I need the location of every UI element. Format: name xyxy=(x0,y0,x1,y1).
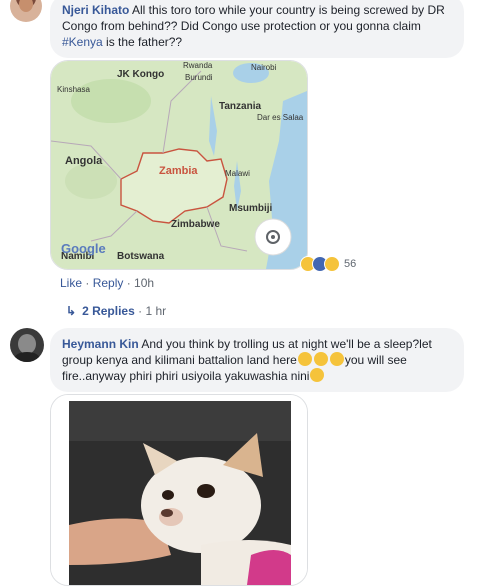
comment-text-end: is the father?? xyxy=(102,35,183,49)
laugh-cry-emoji-icon xyxy=(313,352,328,366)
action-separator-2: · xyxy=(123,276,135,290)
like-link[interactable]: Like xyxy=(60,276,82,290)
map-label-jk-kongo: JK Kongo xyxy=(117,69,165,80)
comment-bubble-njeri: Njeri Kihato All this toro toro while yo… xyxy=(50,0,464,58)
comment-bubble-heymann: Heymann Kin And you think by trolling us… xyxy=(50,328,464,392)
chihuahua-photo xyxy=(51,395,307,585)
laugh-cry-emoji-icon xyxy=(297,352,312,366)
map-label-zambia: Zambia xyxy=(159,165,198,177)
map-label-dar: Dar es Salaa xyxy=(257,113,304,122)
google-logo: Google xyxy=(61,241,106,256)
reaction-summary[interactable]: 56 xyxy=(300,256,356,272)
map-label-nairobi: Nairobi xyxy=(251,63,277,72)
reply-link[interactable]: Reply xyxy=(93,276,124,290)
map-label-burundi: Burundi xyxy=(185,73,213,82)
hashtag-link[interactable]: #Kenya xyxy=(62,35,103,49)
avatar-heymann-kin[interactable] xyxy=(10,328,44,362)
wow-reaction-icon xyxy=(324,256,340,272)
map-label-angola: Angola xyxy=(65,155,103,167)
laugh-cry-emoji-icon xyxy=(329,352,344,366)
view-replies[interactable]: ↳ 2 Replies · 1 hr xyxy=(66,304,166,318)
replies-separator: · xyxy=(134,304,146,318)
map-label-zimbabwe: Zimbabwe xyxy=(171,219,220,230)
map-label-tanzania: Tanzania xyxy=(219,101,262,112)
map-label-kinshasa: Kinshasa xyxy=(57,85,90,94)
map-label-malawi: Malawi xyxy=(225,169,250,178)
comment-author-name[interactable]: Njeri Kihato xyxy=(62,3,129,17)
reaction-count: 56 xyxy=(344,258,357,270)
comment-author-name-2[interactable]: Heymann Kin xyxy=(62,337,139,351)
reply-arrow-icon: ↳ xyxy=(66,304,77,318)
replies-time: 1 hr xyxy=(145,304,167,318)
map-label-rwanda: Rwanda xyxy=(183,61,213,70)
map-label-msumbiji: Msumbiji xyxy=(229,203,273,214)
map-label-botswana: Botswana xyxy=(117,251,165,262)
dog-image-attachment[interactable] xyxy=(50,394,308,586)
avatar-njeri-kihato[interactable] xyxy=(10,0,42,22)
comment-timestamp[interactable]: 10h xyxy=(134,276,154,290)
grin-emoji-icon xyxy=(310,368,325,382)
action-separator: · xyxy=(82,276,93,290)
comment-actions: Like · Reply · 10h xyxy=(60,276,154,290)
replies-count-link[interactable]: 2 Replies xyxy=(82,304,135,318)
map-image-attachment[interactable]: JK Kongo Rwanda Burundi Nairobi Kinshasa… xyxy=(50,60,308,270)
